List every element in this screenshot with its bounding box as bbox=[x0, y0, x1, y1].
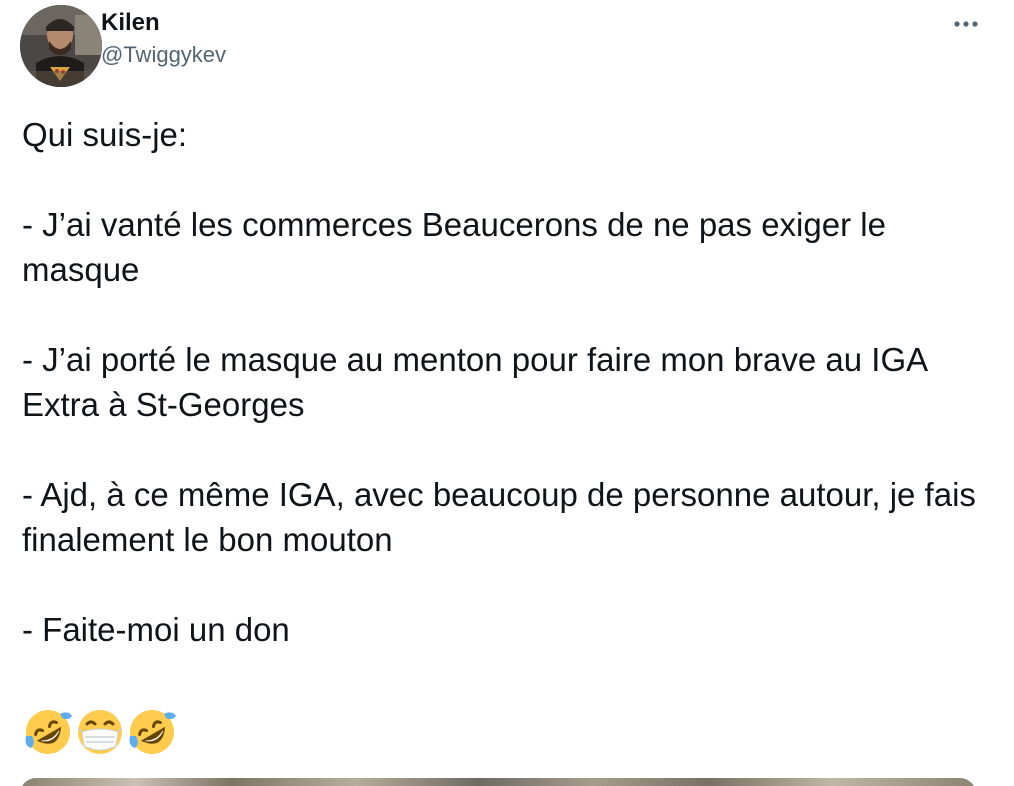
more-options-button[interactable] bbox=[950, 12, 982, 36]
rolling-on-floor-laughing-icon bbox=[25, 710, 72, 754]
author-names: Kilen @Twiggykev bbox=[101, 8, 226, 70]
user-handle[interactable]: @Twiggykev bbox=[101, 40, 226, 70]
face-with-medical-mask-icon bbox=[77, 710, 123, 754]
tweet-card: Kilen @Twiggykev Qui suis-je: - J’ai van… bbox=[0, 0, 1014, 786]
display-name[interactable]: Kilen bbox=[101, 8, 226, 38]
tweet-header bbox=[20, 4, 102, 88]
tweet-text: Qui suis-je: - J’ai vanté les commerces … bbox=[22, 116, 976, 648]
attached-media[interactable] bbox=[20, 778, 976, 786]
emoji-row bbox=[22, 706, 178, 758]
more-dots-icon bbox=[954, 21, 978, 27]
avatar[interactable] bbox=[20, 5, 102, 87]
rolling-on-floor-laughing-icon bbox=[129, 710, 176, 754]
profile-photo-icon bbox=[20, 5, 102, 87]
